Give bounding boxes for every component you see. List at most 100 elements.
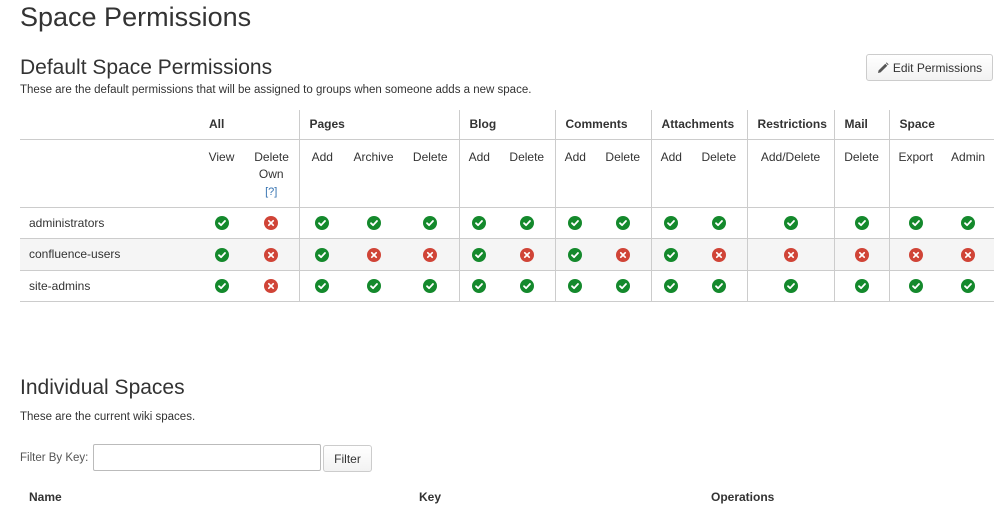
subheader-empty (20, 139, 199, 208)
filter-key-input[interactable] (93, 444, 321, 471)
perm-attachments-add (650, 207, 692, 239)
check-circle-icon (568, 216, 583, 231)
group-column-header (20, 110, 199, 140)
table-row: site-admins (20, 270, 995, 302)
cross-circle-icon (783, 247, 798, 262)
check-circle-icon (908, 279, 923, 294)
column-header-key: Key (419, 490, 442, 504)
subheader-pages-delete: Delete (402, 139, 459, 208)
subheader-mail-delete: Delete (833, 139, 890, 208)
perm-pages-archive (345, 238, 402, 271)
check-circle-icon (568, 247, 583, 262)
check-circle-icon (783, 216, 798, 231)
default-permissions-description: These are the default permissions that w… (20, 84, 532, 96)
perm-attachments-add (650, 238, 692, 271)
perm-comments-add (554, 238, 596, 271)
perm-restrictions (746, 270, 835, 302)
check-circle-icon (615, 216, 630, 231)
perm-comments-add (554, 207, 596, 239)
perm-space-export (888, 238, 943, 271)
filter-button[interactable]: Filter (323, 445, 372, 472)
check-circle-icon (783, 279, 798, 294)
check-circle-icon (568, 279, 583, 294)
check-circle-icon (472, 279, 487, 294)
perm-delete-own (244, 207, 299, 239)
cross-circle-icon (423, 247, 438, 262)
edit-permissions-label: Edit Permissions (892, 60, 983, 75)
perm-attachments-delete (691, 238, 748, 271)
subheader-blog-add: Add (458, 139, 499, 208)
perm-view (199, 270, 244, 302)
check-circle-icon (908, 216, 923, 231)
perm-blog-delete (499, 270, 556, 302)
category-blog: Blog (458, 110, 556, 140)
subheader-pages-add: Add (298, 139, 345, 208)
perm-blog-add (458, 238, 499, 271)
individual-spaces-title: Individual Spaces (20, 376, 185, 399)
individual-spaces-description: These are the current wiki spaces. (20, 411, 196, 423)
subheader-comments-add: Add (554, 139, 596, 208)
perm-comments-delete (595, 207, 652, 239)
check-circle-icon (854, 279, 869, 294)
category-attachments: Attachments (650, 110, 748, 140)
check-circle-icon (664, 216, 679, 231)
subheader-space-admin: Admin (942, 139, 995, 208)
perm-blog-delete (499, 238, 556, 271)
perm-pages-add (298, 270, 345, 302)
cross-circle-icon (908, 247, 923, 262)
category-all: All (199, 110, 299, 140)
check-circle-icon (664, 279, 679, 294)
check-circle-icon (423, 216, 438, 231)
edit-permissions-button[interactable]: Edit Permissions (866, 54, 993, 81)
default-permissions-table: All Pages Blog Comments Attachments Rest… (20, 110, 995, 302)
perm-comments-add (554, 270, 596, 302)
check-circle-icon (961, 279, 976, 294)
perm-space-export (888, 207, 943, 239)
subheader-restrictions-adddelete: Add/Delete (746, 139, 835, 208)
default-permissions-title: Default Space Permissions (20, 56, 273, 79)
perm-view (199, 238, 244, 271)
perm-mail-delete (833, 270, 890, 302)
perm-attachments-delete (691, 270, 748, 302)
subheader-view: View (199, 139, 244, 208)
subheader-row: View Delete Own [?] Add Archive Delete A… (20, 139, 995, 208)
perm-comments-delete (595, 270, 652, 302)
perm-attachments-add (650, 270, 692, 302)
subheader-delete-own-label: Delete Own (254, 149, 289, 181)
help-link[interactable]: [?] (265, 186, 277, 198)
cross-circle-icon (854, 247, 869, 262)
subheader-space-export: Export (888, 139, 943, 208)
perm-blog-add (458, 207, 499, 239)
group-name: administrators (20, 207, 199, 239)
check-circle-icon (615, 279, 630, 294)
check-circle-icon (214, 247, 229, 262)
perm-space-export (888, 270, 943, 302)
perm-delete-own (244, 270, 299, 302)
check-circle-icon (214, 279, 229, 294)
category-space: Space (888, 110, 995, 140)
category-restrictions: Restrictions (746, 110, 835, 140)
check-circle-icon (854, 216, 869, 231)
check-circle-icon (961, 216, 976, 231)
check-circle-icon (519, 216, 534, 231)
cross-circle-icon (615, 247, 630, 262)
cross-circle-icon (366, 247, 381, 262)
perm-mail-delete (833, 238, 890, 271)
check-circle-icon (472, 216, 487, 231)
cross-circle-icon (264, 247, 279, 262)
check-circle-icon (664, 247, 679, 262)
perm-pages-add (298, 207, 345, 239)
group-rows: administrators confluence-users site-admin… (20, 207, 995, 302)
check-circle-icon (315, 279, 330, 294)
table-row: administrators (20, 207, 995, 239)
perm-space-admin (942, 270, 995, 302)
page-title: Space Permissions (20, 2, 252, 32)
subheader-attachments-delete: Delete (691, 139, 748, 208)
perm-space-admin (942, 238, 995, 271)
check-circle-icon (214, 216, 229, 231)
perm-pages-delete (402, 238, 459, 271)
check-circle-icon (423, 279, 438, 294)
category-mail: Mail (833, 110, 890, 140)
check-circle-icon (315, 216, 330, 231)
check-circle-icon (472, 247, 487, 262)
